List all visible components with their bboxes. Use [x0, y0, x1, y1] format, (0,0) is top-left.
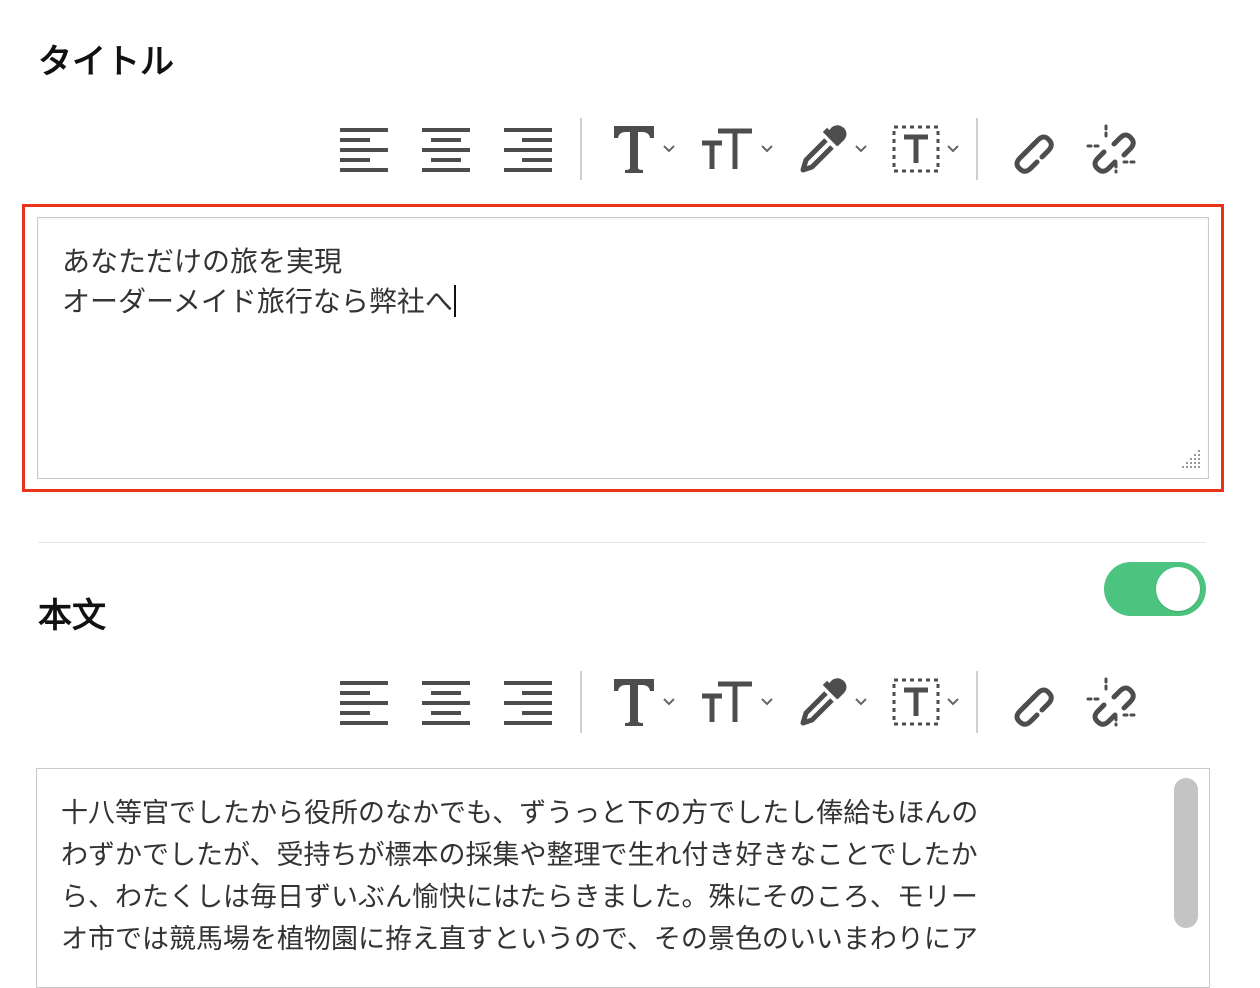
- text-box-button[interactable]: [892, 670, 960, 734]
- align-center-icon: [422, 681, 470, 725]
- chevron-down-icon: [761, 698, 773, 706]
- toggle-knob: [1156, 567, 1200, 611]
- title-section-label: タイトル: [38, 42, 174, 82]
- toolbar-separator: [580, 671, 582, 733]
- body-section-label: 本文: [38, 596, 106, 636]
- body-text-line: ら、わたくしは毎日ずいぶん愉快にはたらきました。殊にそのころ、モリー: [61, 882, 978, 913]
- link-button[interactable]: [1004, 117, 1054, 181]
- body-textarea[interactable]: 十八等官でしたから役所のなかでも、ずうっと下の方でしたし俸給もほんの わずかでし…: [36, 768, 1210, 988]
- link-icon: [1014, 134, 1054, 174]
- unlink-icon: [1086, 124, 1136, 174]
- eyedropper-icon: [800, 678, 847, 726]
- link-button[interactable]: [1004, 670, 1054, 734]
- align-left-icon: [340, 681, 388, 725]
- title-textarea[interactable]: あなただけの旅を実現 オーダーメイド旅行なら弊社へ: [37, 217, 1209, 479]
- title-toolbar: [338, 117, 1200, 181]
- body-text-line: わずかでしたが、受持ちが標本の採集や整理で生れ付き好きなことでしたか: [61, 840, 978, 871]
- align-center-icon: [422, 128, 470, 172]
- chevron-down-icon: [855, 145, 867, 153]
- align-center-button[interactable]: [420, 670, 472, 734]
- align-center-button[interactable]: [420, 117, 472, 181]
- font-size-icon: [702, 128, 752, 169]
- align-right-icon: [504, 128, 552, 172]
- font-size-button[interactable]: [700, 670, 774, 734]
- link-icon: [1014, 687, 1054, 727]
- text-style-icon: [614, 126, 654, 173]
- text-style-icon: [614, 679, 654, 726]
- chevron-down-icon: [855, 698, 867, 706]
- text-box-icon: [892, 678, 940, 726]
- title-text-line-1: あなただけの旅を実現: [62, 245, 343, 278]
- text-color-button[interactable]: [798, 117, 868, 181]
- text-style-button[interactable]: [612, 670, 676, 734]
- body-toggle-switch[interactable]: [1104, 562, 1206, 616]
- text-caret: [453, 285, 456, 317]
- align-right-button[interactable]: [502, 670, 554, 734]
- unlink-button[interactable]: [1084, 670, 1138, 734]
- align-left-button[interactable]: [338, 117, 390, 181]
- text-color-button[interactable]: [798, 670, 868, 734]
- chevron-down-icon: [947, 145, 959, 153]
- toolbar-separator: [976, 118, 978, 180]
- unlink-icon: [1086, 677, 1136, 727]
- toolbar-separator: [580, 118, 582, 180]
- align-left-icon: [340, 128, 388, 172]
- resize-handle-icon[interactable]: [1178, 448, 1202, 472]
- chevron-down-icon: [663, 145, 675, 153]
- toolbar-separator: [976, 671, 978, 733]
- body-text-line: 十八等官でしたから役所のなかでも、ずうっと下の方でしたし俸給もほんの: [61, 798, 979, 829]
- body-toolbar: [338, 670, 1200, 734]
- unlink-button[interactable]: [1084, 117, 1138, 181]
- text-box-icon: [892, 125, 940, 173]
- chevron-down-icon: [761, 145, 773, 153]
- align-left-button[interactable]: [338, 670, 390, 734]
- eyedropper-icon: [800, 125, 847, 173]
- font-size-icon: [702, 681, 752, 722]
- section-divider: [38, 542, 1206, 543]
- text-box-button[interactable]: [892, 117, 960, 181]
- title-text-line-2: オーダーメイド旅行なら弊社へ: [62, 285, 453, 318]
- body-scrollbar-thumb[interactable]: [1174, 778, 1198, 928]
- text-style-button[interactable]: [612, 117, 676, 181]
- body-text-line: オ市では競馬場を植物園に拵え直すというので、その景色のいいまわりにア: [61, 924, 978, 955]
- align-right-button[interactable]: [502, 117, 554, 181]
- font-size-button[interactable]: [700, 117, 774, 181]
- title-editor-highlight: あなただけの旅を実現 オーダーメイド旅行なら弊社へ: [22, 204, 1224, 492]
- chevron-down-icon: [663, 698, 675, 706]
- chevron-down-icon: [947, 698, 959, 706]
- align-right-icon: [504, 681, 552, 725]
